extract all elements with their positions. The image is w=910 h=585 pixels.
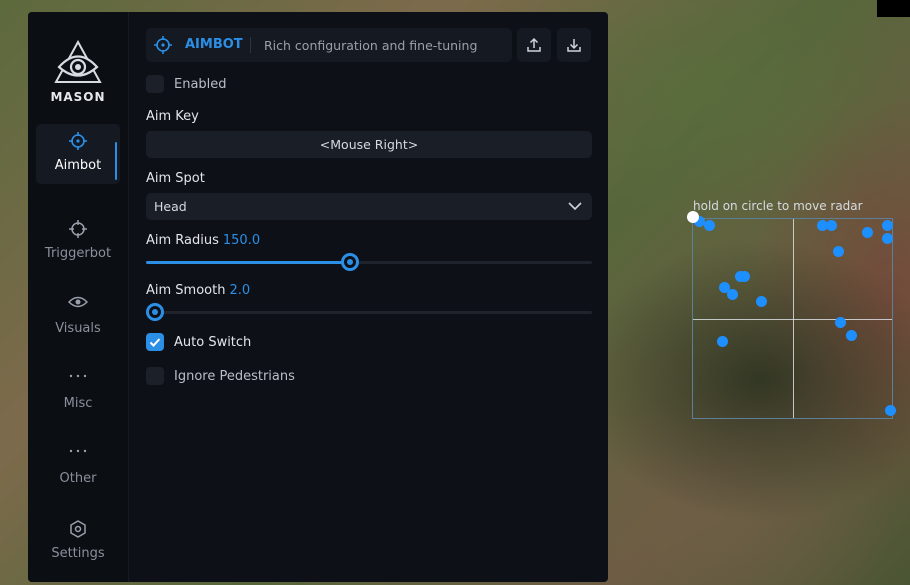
- sidebar-item-label: Misc: [63, 396, 93, 411]
- chevron-down-icon: [568, 202, 582, 211]
- radar-blip: [826, 220, 837, 231]
- gear-icon: [36, 520, 120, 540]
- auto-switch-label: Auto Switch: [174, 335, 252, 350]
- auto-switch-checkbox[interactable]: [146, 333, 164, 351]
- import-config-button[interactable]: [557, 28, 591, 62]
- aim-key-binding[interactable]: <Mouse Right>: [146, 131, 592, 158]
- radar-horizontal-axis: [693, 319, 892, 320]
- radar-blip: [756, 296, 767, 307]
- radar-blip: [717, 336, 728, 347]
- ellipsis-icon: [36, 370, 120, 390]
- crosshair-icon: [154, 36, 172, 58]
- sidebar-item-label: Other: [59, 471, 97, 486]
- crosshair-icon: [36, 132, 120, 152]
- sidebar-item-label: Visuals: [55, 321, 101, 336]
- ignore-pedestrians-checkbox[interactable]: [146, 367, 164, 385]
- slider-handle[interactable]: [341, 253, 360, 271]
- sidebar: MASON Aimbot Triggerbot Visuals Misc Oth…: [28, 12, 129, 582]
- sidebar-item-other[interactable]: Other: [36, 437, 120, 497]
- export-config-button[interactable]: [517, 28, 551, 62]
- radar-blip: [704, 220, 715, 231]
- eye-icon: [36, 295, 120, 315]
- aim-key-label: Aim Key: [146, 109, 199, 124]
- slider-track: [146, 311, 592, 314]
- aim-radius-value: 150.0: [222, 233, 261, 248]
- aim-smooth-label-text: Aim Smooth: [146, 283, 226, 298]
- sidebar-item-triggerbot[interactable]: Triggerbot: [36, 212, 120, 272]
- sidebar-item-label: Settings: [51, 546, 105, 561]
- target-icon: [36, 220, 120, 240]
- section-header: AIMBOT Rich configuration and fine-tunin…: [146, 28, 512, 62]
- slider-fill: [146, 261, 351, 264]
- aim-radius-label-text: Aim Radius: [146, 233, 219, 248]
- radar: [692, 216, 896, 419]
- sidebar-item-label: Triggerbot: [44, 246, 112, 261]
- radar-blip: [846, 330, 857, 341]
- radar-blip: [885, 405, 896, 416]
- eye-pyramid-logo-icon: [54, 40, 102, 83]
- checkmark-icon: [149, 338, 161, 347]
- logo: MASON: [28, 40, 128, 110]
- aim-smooth-label: Aim Smooth 2.0: [146, 283, 250, 298]
- ignore-pedestrians-label: Ignore Pedestrians: [174, 369, 295, 384]
- aim-spot-value: Head: [154, 199, 187, 214]
- aim-radius-label: Aim Radius 150.0: [146, 233, 260, 248]
- radar-blip: [835, 317, 846, 328]
- radar-blip: [862, 227, 873, 238]
- radar-move-handle[interactable]: [687, 211, 699, 223]
- sidebar-item-visuals[interactable]: Visuals: [36, 287, 120, 347]
- aim-smooth-value: 2.0: [229, 283, 251, 298]
- slider-handle[interactable]: [145, 303, 164, 321]
- brand-name: MASON: [50, 90, 106, 104]
- radar-blip: [833, 246, 844, 257]
- corner-black-block: [877, 0, 910, 17]
- enabled-label: Enabled: [174, 77, 227, 92]
- enabled-checkbox[interactable]: [146, 75, 164, 93]
- section-subtitle: Rich configuration and fine-tuning: [264, 38, 478, 53]
- radar-hint: hold on circle to move radar: [693, 199, 863, 213]
- aim-radius-slider[interactable]: [146, 253, 592, 271]
- radar-blip: [727, 289, 738, 300]
- section-title: AIMBOT: [185, 37, 243, 52]
- sidebar-item-aimbot[interactable]: Aimbot: [36, 124, 120, 184]
- header-divider: [250, 37, 251, 53]
- aim-spot-select[interactable]: Head: [146, 193, 592, 220]
- sidebar-item-label: Aimbot: [54, 158, 102, 173]
- aim-spot-label: Aim Spot: [146, 171, 205, 186]
- aim-smooth-slider[interactable]: [145, 303, 592, 321]
- download-icon: [567, 39, 581, 52]
- aimbot-menu-panel: MASON Aimbot Triggerbot Visuals Misc Oth…: [28, 12, 608, 582]
- radar-blip: [882, 233, 893, 244]
- radar-blip: [882, 220, 893, 231]
- radar-blip: [739, 271, 750, 282]
- sidebar-item-settings[interactable]: Settings: [36, 512, 120, 572]
- ellipsis-icon: [36, 445, 120, 465]
- upload-icon: [527, 37, 541, 52]
- sidebar-item-misc[interactable]: Misc: [36, 362, 120, 422]
- active-indicator: [115, 142, 117, 180]
